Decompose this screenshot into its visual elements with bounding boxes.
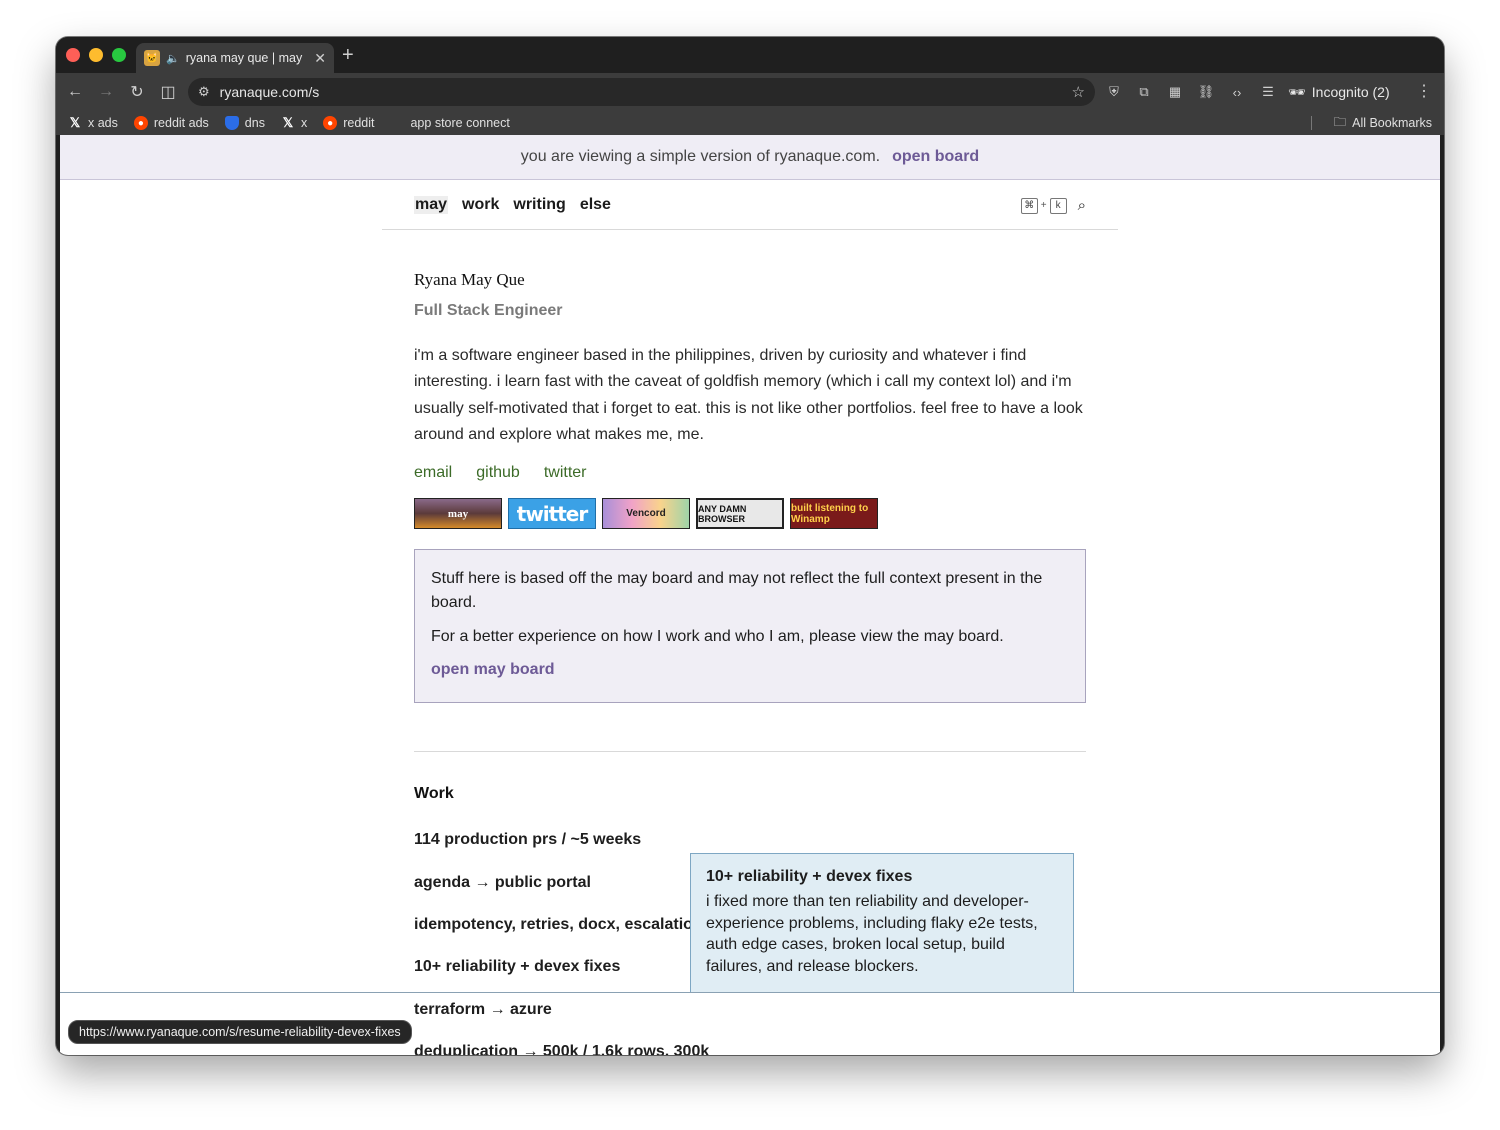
bookmark-x[interactable]: 𝕏 x <box>281 115 308 130</box>
work-item[interactable]: 10+ reliability + devex fixes <box>414 958 620 976</box>
bookmark-star-icon[interactable]: ☆ <box>1072 83 1085 101</box>
ublock-shield-icon[interactable]: ⛨ <box>1104 82 1124 102</box>
search-shortcut[interactable]: ⌘ + k ⌕ <box>1020 197 1086 214</box>
reload-button[interactable]: ↻ <box>126 81 148 103</box>
bookmark-reddit-ads[interactable]: ● reddit ads <box>133 116 209 130</box>
tooltip-title: 10+ reliability + devex fixes <box>706 868 913 885</box>
reading-search-icon[interactable]: ☰ <box>1258 82 1278 102</box>
qr-code-icon[interactable]: ▦ <box>1165 82 1185 102</box>
work-heading: Work <box>414 785 454 802</box>
work-item[interactable]: idempotency, retries, docx, escalation <box>414 916 703 934</box>
reddit-icon: ● <box>323 116 338 130</box>
github-link[interactable]: github <box>476 464 520 482</box>
address-bar[interactable]: ⚙ ryanaque.com/s ☆ <box>188 78 1095 106</box>
twitter-link[interactable]: twitter <box>544 464 587 482</box>
tab-strip: 🐱 🔈 ryana may que | may ✕ + <box>56 37 1444 73</box>
audio-icon[interactable]: 🔈 <box>166 52 180 65</box>
open-board-link[interactable]: open board <box>892 148 979 166</box>
may-badge[interactable]: may <box>414 498 502 529</box>
board-notice: Stuff here is based off the may board an… <box>414 549 1086 703</box>
kbd-plus: + <box>1040 200 1047 211</box>
incognito-indicator[interactable]: 🕶 Incognito (2) <box>1288 81 1390 103</box>
shield-icon <box>224 116 239 130</box>
bookmarks-divider <box>1311 116 1312 130</box>
section-divider <box>414 751 1086 752</box>
all-bookmarks-button[interactable]: 🗀 All Bookmarks <box>1334 111 1432 135</box>
notice-line-1: Stuff here is based off the may board an… <box>431 570 1043 611</box>
email-link[interactable]: email <box>414 464 452 482</box>
tab-title: ryana may que | may <box>185 51 303 65</box>
nav-writing[interactable]: writing <box>513 196 565 214</box>
k-key: k <box>1049 197 1067 214</box>
bookmark-label: reddit <box>343 116 375 130</box>
browser-toolbar: ← → ↻ ◫ ⚙ ryanaque.com/s ☆ ⛨ ⧉ ▦ ⛓ ‹› ☰ … <box>56 73 1444 111</box>
nav-may[interactable]: may <box>414 196 449 214</box>
incognito-icon: 🕶 <box>1288 83 1306 100</box>
winamp-badge[interactable]: built listening to Winamp <box>790 498 878 529</box>
site-nav: may work writing else ⌘ + k ⌕ <box>382 180 1118 230</box>
x-icon: 𝕏 <box>282 115 294 130</box>
nav-work[interactable]: work <box>462 196 499 214</box>
open-may-board-link[interactable]: open may board <box>431 661 1069 679</box>
simple-version-banner: you are viewing a simple version of ryan… <box>60 135 1440 180</box>
bookmark-label: reddit ads <box>153 116 209 130</box>
maximize-window-button[interactable] <box>112 48 126 62</box>
bookmark-label: dns <box>244 116 265 130</box>
twitter-badge[interactable]: twitter <box>508 498 596 529</box>
browser-tab[interactable]: 🐱 🔈 ryana may que | may ✕ <box>136 43 334 73</box>
any-browser-badge[interactable]: ANY DAMN BROWSER <box>696 498 784 529</box>
split-view-icon[interactable]: ◫ <box>157 81 179 103</box>
bookmark-label: x ads <box>88 116 118 130</box>
link-icon[interactable]: ⛓ <box>1196 82 1216 102</box>
badge-row: may twitter Vencord ANY DAMN BROWSER bui… <box>414 498 878 529</box>
notice-line-2: For a better experience on how I work an… <box>431 628 1004 645</box>
forward-button[interactable]: → <box>95 81 117 103</box>
bookmark-dns[interactable]: dns <box>224 116 265 130</box>
banner-text: you are viewing a simple version of ryan… <box>520 148 881 165</box>
nav-else[interactable]: else <box>580 196 611 214</box>
bookmark-label: app store connect <box>410 116 510 130</box>
bookmarks-bar: 𝕏 x ads ● reddit ads dns 𝕏 x ● reddit ap… <box>56 111 1444 135</box>
folder-icon: 🗀 <box>1333 114 1347 129</box>
work-item[interactable]: agenda → public portal <box>414 874 591 892</box>
tooltip-body: i fixed more than ten reliability and de… <box>706 893 1038 975</box>
link-status-bubble: https://www.ryanaque.com/s/resume-reliab… <box>68 1020 412 1044</box>
bookmark-app-store-connect[interactable]: app store connect <box>390 116 509 130</box>
bookmark-x-ads[interactable]: 𝕏 x ads <box>68 115 118 130</box>
close-tab-icon[interactable]: ✕ <box>314 50 326 67</box>
work-item[interactable]: terraform → azure <box>414 1001 552 1019</box>
work-item-tooltip: 10+ reliability + devex fixes i fixed mo… <box>690 853 1074 993</box>
close-window-button[interactable] <box>66 48 80 62</box>
extensions-icon[interactable]: ⧉ <box>1134 82 1154 102</box>
viewport-divider <box>60 992 1440 993</box>
profile-name: Ryana May Que <box>414 270 525 289</box>
reddit-icon: ● <box>133 116 148 130</box>
browser-menu-icon[interactable]: ⋮ <box>1416 81 1432 101</box>
back-button[interactable]: ← <box>64 81 86 103</box>
work-item[interactable]: deduplication → 500k / 1.6k rows, 300k <box>414 1043 709 1055</box>
new-tab-button[interactable]: + <box>342 43 354 67</box>
url-text[interactable]: ryanaque.com/s <box>220 84 1062 100</box>
search-icon[interactable]: ⌕ <box>1078 197 1086 214</box>
minimize-window-button[interactable] <box>89 48 103 62</box>
social-links: email github twitter <box>414 464 587 482</box>
profile-role: Full Stack Engineer <box>414 302 563 319</box>
site-favicon-icon: 🐱 <box>144 50 160 66</box>
all-bookmarks-label: All Bookmarks <box>1352 116 1432 130</box>
browser-window: 🐱 🔈 ryana may que | may ✕ + ← → ↻ ◫ ⚙ ry… <box>56 37 1444 1055</box>
work-item[interactable]: 114 production prs / ~5 weeks <box>414 831 641 849</box>
bookmark-label: x <box>300 116 308 130</box>
profile-bio: i'm a software engineer based in the phi… <box>414 347 1083 444</box>
code-icon[interactable]: ‹› <box>1227 82 1247 102</box>
x-icon: 𝕏 <box>69 115 81 130</box>
incognito-label: Incognito (2) <box>1311 84 1390 100</box>
cmd-key: ⌘ <box>1020 197 1038 214</box>
site-info-icon[interactable]: ⚙ <box>198 84 210 100</box>
page-viewport: you are viewing a simple version of ryan… <box>60 135 1440 1055</box>
apple-icon <box>390 116 404 130</box>
vencord-badge[interactable]: Vencord <box>602 498 690 529</box>
bookmark-reddit[interactable]: ● reddit <box>323 116 374 130</box>
